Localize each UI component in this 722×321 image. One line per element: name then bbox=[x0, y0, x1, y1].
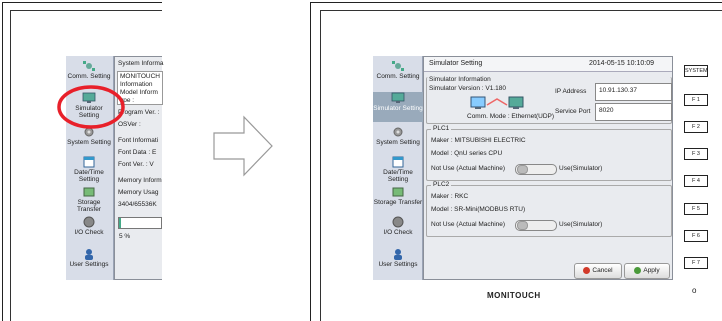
cancel-button[interactable]: Cancel bbox=[574, 263, 622, 279]
apply-button[interactable]: Apply bbox=[624, 263, 670, 279]
memory-usage-percent: 5 % bbox=[119, 233, 131, 240]
sidebar-label: Date/Time Setting bbox=[74, 169, 104, 183]
io-icon bbox=[83, 216, 95, 228]
f5-key[interactable]: F 5 bbox=[684, 203, 708, 215]
plc2-title: PLC2 bbox=[431, 181, 452, 188]
plc2-not-use-label: Not Use (Actual Machine) bbox=[431, 221, 506, 228]
user-icon bbox=[394, 249, 402, 260]
right-sidebar-item-storage[interactable]: Storage Transfer bbox=[373, 186, 423, 212]
storage-icon bbox=[83, 187, 95, 197]
left-row: Font Data : E bbox=[118, 149, 157, 156]
plc1-group: PLC1 Maker : MITSUBISHI ELECTRIC Model :… bbox=[426, 125, 672, 181]
left-sidebar-item-io[interactable]: I/O Check bbox=[66, 216, 112, 242]
left-memory-group: Memory Inform bbox=[118, 177, 162, 184]
system-key[interactable]: SYSTEM bbox=[684, 65, 708, 77]
plc2-model: Model : SR-Mini(MODBUS RTU) bbox=[431, 206, 526, 213]
left-font-group: Font Informati bbox=[118, 137, 159, 144]
left-row: Memory Usag bbox=[118, 189, 159, 196]
memory-usage-fill bbox=[119, 218, 122, 228]
comm-mode: Comm. Mode : Ethernet(UDP) bbox=[467, 113, 555, 120]
simulator-info-title: Simulator Information bbox=[429, 76, 491, 83]
apply-label: Apply bbox=[643, 267, 660, 274]
pc-connection-icon bbox=[470, 96, 524, 109]
sidebar-label: System Setting bbox=[376, 139, 420, 146]
plc1-simulator-toggle[interactable] bbox=[515, 164, 557, 175]
brand-logo: MONITOUCH bbox=[487, 291, 541, 300]
f6-key[interactable]: F 6 bbox=[684, 230, 708, 242]
ip-address-label: IP Address bbox=[555, 88, 587, 95]
sidebar-label: Storage Transfer bbox=[77, 199, 101, 213]
power-indicator: o bbox=[692, 286, 697, 295]
plc1-not-use-label: Not Use (Actual Machine) bbox=[431, 165, 506, 172]
simulator-info-group: Simulator Information Simulator Version … bbox=[426, 76, 672, 124]
service-port-field[interactable]: 8020 bbox=[595, 103, 672, 121]
panel-title-bar: Simulator Setting 2014-05-15 10:10:09 bbox=[424, 57, 672, 72]
f7-key[interactable]: F 7 bbox=[684, 257, 708, 269]
network-icon bbox=[83, 61, 95, 71]
simulator-version: Simulator Version : V1.180 bbox=[429, 85, 506, 92]
right-sidebar: Comm. Setting Simulator Setting System S… bbox=[373, 56, 423, 280]
sidebar-label: Simulator Setting bbox=[373, 105, 423, 112]
left-sidebar-item-user[interactable]: User Settings bbox=[66, 248, 112, 276]
sidebar-label: User Settings bbox=[378, 261, 418, 268]
calendar-icon bbox=[392, 156, 404, 168]
right-sidebar-item-datetime[interactable]: Date/Time Setting bbox=[373, 156, 423, 183]
calendar-icon bbox=[83, 156, 95, 168]
left-sidebar-item-datetime[interactable]: Date/Time Setting bbox=[66, 156, 112, 183]
right-sidebar-item-comm[interactable]: Comm. Setting bbox=[373, 60, 423, 90]
plc1-title: PLC1 bbox=[431, 125, 452, 132]
transition-arrow bbox=[213, 115, 273, 177]
right-sidebar-item-system[interactable]: System Setting bbox=[373, 126, 423, 152]
storage-icon bbox=[392, 187, 404, 197]
plc2-maker: Maker : RKC bbox=[431, 193, 469, 200]
plc1-use-label: Use(Simulator) bbox=[559, 165, 603, 172]
f3-key[interactable]: F 3 bbox=[684, 148, 708, 160]
sidebar-label: Date/Time Setting bbox=[383, 169, 413, 183]
left-row: MONITOUCH bbox=[120, 73, 160, 80]
sidebar-label: Comm. Setting bbox=[67, 73, 111, 80]
datetime-display: 2014-05-15 10:10:09 bbox=[589, 60, 654, 67]
plc1-model: Model : QnU series CPU bbox=[431, 150, 503, 157]
plc2-simulator-toggle[interactable] bbox=[515, 220, 557, 231]
cancel-icon bbox=[583, 266, 591, 274]
sidebar-label: User Settings bbox=[69, 261, 109, 268]
left-sidebar-item-storage[interactable]: Storage Transfer bbox=[66, 186, 112, 213]
gear-icon bbox=[393, 127, 403, 137]
highlight-circle bbox=[57, 85, 125, 129]
network-icon bbox=[392, 61, 404, 71]
plc2-use-label: Use(Simulator) bbox=[559, 221, 603, 228]
f1-key[interactable]: F 1 bbox=[684, 94, 708, 106]
user-icon bbox=[85, 249, 93, 260]
sidebar-label: Comm. Setting bbox=[376, 73, 420, 80]
sidebar-label: Storage Transfer bbox=[373, 199, 423, 206]
left-row: Font Ver. : V bbox=[118, 161, 154, 168]
left-panel-title: System Informa bbox=[118, 60, 164, 67]
monitor-icon bbox=[391, 92, 405, 103]
service-port-label: Service Port bbox=[555, 108, 591, 115]
sidebar-label: System Setting bbox=[67, 139, 111, 146]
memory-usage-bar bbox=[118, 217, 162, 229]
cancel-label: Cancel bbox=[592, 267, 613, 274]
left-row: 3404/65536K bbox=[118, 201, 157, 208]
simulator-setting-panel: Simulator Setting 2014-05-15 10:10:09 Si… bbox=[423, 56, 673, 280]
plc2-group: PLC2 Maker : RKC Model : SR-Mini(MODBUS … bbox=[426, 181, 672, 237]
right-sidebar-item-io[interactable]: I/O Check bbox=[373, 216, 423, 242]
right-sidebar-item-user[interactable]: User Settings bbox=[373, 248, 423, 276]
right-sidebar-item-simulator[interactable]: Simulator Setting bbox=[373, 92, 423, 122]
page-title: Simulator Setting bbox=[429, 60, 483, 67]
f2-key[interactable]: F 2 bbox=[684, 121, 708, 133]
f4-key[interactable]: F 4 bbox=[684, 175, 708, 187]
plc1-maker: Maker : MITSUBISHI ELECTRIC bbox=[431, 137, 526, 144]
io-icon bbox=[392, 216, 404, 228]
sidebar-label: I/O Check bbox=[383, 229, 413, 236]
ip-address-field[interactable]: 10.91.130.37 bbox=[595, 83, 672, 101]
apply-icon bbox=[634, 266, 642, 274]
sidebar-label: I/O Check bbox=[74, 229, 104, 236]
